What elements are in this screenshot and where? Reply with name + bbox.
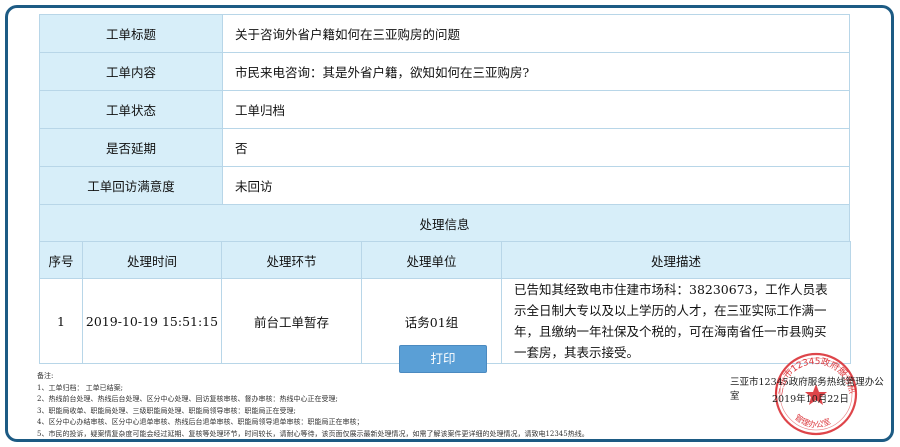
- value-satisfaction: 未回访: [222, 166, 850, 205]
- section-title: 处理信息: [39, 204, 850, 242]
- note-line: 4、区分中心办结审核、区分中心退单审核、热线后台退单审核、职能局领导退单审核：职…: [37, 418, 364, 426]
- label-status: 工单状态: [39, 90, 223, 129]
- header-desc: 处理描述: [501, 241, 851, 279]
- header-step: 处理环节: [221, 241, 362, 279]
- info-row-title: 工单标题 关于咨询外省户籍如何在三亚购房的问题: [39, 14, 850, 53]
- value-status: 工单归档: [222, 90, 850, 129]
- note-line: 1、工单归档： 工单已结案;: [37, 383, 124, 392]
- header-unit: 处理单位: [361, 241, 502, 279]
- svg-text:管理办公室: 管理办公室: [793, 412, 832, 429]
- cell-seq: 1: [39, 278, 83, 364]
- label-title: 工单标题: [39, 14, 223, 53]
- note-line: 3、职能局收单、职能局处理、三级职能局处理、职能局领导审核：职能局正在受理;: [37, 406, 296, 415]
- notes-title: 备注:: [37, 372, 54, 380]
- label-extension: 是否延期: [39, 128, 223, 167]
- value-title: 关于咨询外省户籍如何在三亚购房的问题: [222, 14, 850, 53]
- info-row-extension: 是否延期 否: [39, 128, 850, 167]
- cell-step: 前台工单暂存: [221, 278, 362, 364]
- info-row-content: 工单内容 市民来电咨询：其是外省户籍，欲知如何在三亚购房?: [39, 52, 850, 91]
- print-button[interactable]: 打印: [399, 345, 487, 373]
- document-frame: 工单标题 关于咨询外省户籍如何在三亚购房的问题 工单内容 市民来电咨询：其是外省…: [5, 5, 894, 442]
- label-content: 工单内容: [39, 52, 223, 91]
- header-seq: 序号: [39, 241, 83, 279]
- notes-section: 备注: 1、工单归档： 工单已结案; 2、热线前台处理、热线后台处理、区分中心处…: [37, 371, 707, 439]
- header-time: 处理时间: [82, 241, 222, 279]
- note-line: 2、热线前台处理、热线后台处理、区分中心处理、回访复核审核、督办审核：热线中心正…: [37, 395, 338, 403]
- label-satisfaction: 工单回访满意度: [39, 166, 223, 205]
- work-order-info-table: 工单标题 关于咨询外省户籍如何在三亚购房的问题 工单内容 市民来电咨询：其是外省…: [39, 14, 850, 242]
- processing-header-row: 序号 处理时间 处理环节 处理单位 处理描述: [39, 241, 851, 279]
- section-header-row: 处理信息: [39, 204, 850, 242]
- note-line: 5、市民的投诉，疑案情复杂度可能会经过延期、复核等处理环节，时间较长，请耐心等待…: [37, 429, 589, 438]
- value-extension: 否: [222, 128, 850, 167]
- info-row-status: 工单状态 工单归档: [39, 90, 850, 129]
- office-date: 2019年10月22日: [772, 394, 849, 405]
- cell-time: 2019-10-19 15:51:15: [82, 278, 222, 364]
- value-content: 市民来电咨询：其是外省户籍，欲知如何在三亚购房?: [222, 52, 850, 91]
- work-order-container: 工单标题 关于咨询外省户籍如何在三亚购房的问题 工单内容 市民来电咨询：其是外省…: [39, 14, 851, 364]
- info-row-satisfaction: 工单回访满意度 未回访: [39, 166, 850, 205]
